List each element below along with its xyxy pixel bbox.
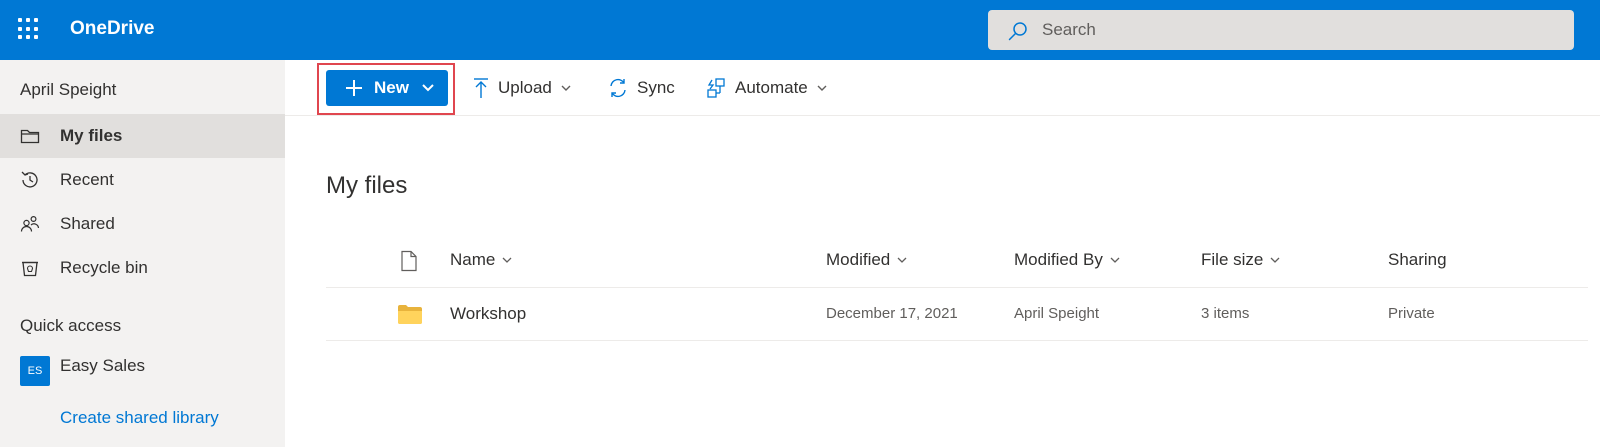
top-bar: OneDrive — [0, 0, 1600, 60]
site-badge: ES — [20, 356, 50, 386]
automate-button[interactable]: Automate — [705, 70, 828, 106]
sidebar-item-recycle-bin[interactable]: Recycle bin — [0, 246, 285, 290]
search-input[interactable] — [1042, 10, 1542, 50]
app-title[interactable]: OneDrive — [70, 18, 154, 40]
app-launcher-icon[interactable] — [18, 18, 40, 40]
file-name[interactable]: Workshop — [450, 304, 526, 324]
automate-icon — [707, 78, 725, 98]
sidebar-item-my-files[interactable]: My files — [0, 114, 285, 158]
search-box[interactable] — [988, 10, 1574, 50]
chevron-down-icon — [422, 84, 434, 92]
column-header-name[interactable]: Name — [450, 250, 512, 270]
sidebar-item-recent[interactable]: Recent — [0, 158, 285, 202]
column-header-file-size[interactable]: File size — [1201, 250, 1280, 270]
sync-button[interactable]: Sync — [607, 70, 675, 106]
new-button-label: New — [374, 78, 409, 97]
column-header-modified[interactable]: Modified — [826, 250, 907, 270]
automate-button-label: Automate — [735, 78, 808, 97]
modified-by: April Speight — [1014, 305, 1100, 322]
new-button[interactable]: New — [326, 70, 448, 106]
file-size: 3 items — [1201, 305, 1250, 322]
chevron-down-icon — [502, 257, 512, 263]
page-title: My files — [326, 172, 408, 199]
sidebar-item-label: Shared — [60, 214, 115, 233]
sidebar-item-easy-sales[interactable]: ES Easy Sales — [0, 344, 285, 388]
sync-button-label: Sync — [637, 78, 675, 97]
plus-icon — [346, 80, 362, 96]
sync-icon — [610, 78, 626, 98]
table-header: Name Modified Modified By File size Shar… — [326, 236, 1588, 288]
folder-icon — [398, 305, 422, 324]
upload-button[interactable]: Upload — [472, 70, 572, 106]
upload-icon — [474, 78, 488, 98]
chevron-down-icon — [817, 85, 827, 91]
quick-access-heading: Quick access — [20, 316, 122, 335]
create-shared-library-link[interactable]: Create shared library — [60, 408, 219, 428]
file-type-icon[interactable] — [400, 250, 418, 272]
recycle-bin-icon — [22, 261, 38, 277]
column-header-modified-by[interactable]: Modified By — [1014, 250, 1120, 270]
modified-date: December 17, 2021 — [826, 305, 958, 322]
clock-icon — [21, 171, 38, 188]
people-icon — [20, 215, 40, 232]
chevron-down-icon — [1270, 257, 1280, 263]
chevron-down-icon — [897, 257, 907, 263]
search-icon — [1008, 22, 1027, 41]
sidebar: April Speight My files Recent Shared Rec… — [0, 60, 285, 447]
chevron-down-icon — [1110, 257, 1120, 263]
sidebar-item-shared[interactable]: Shared — [0, 202, 285, 246]
sidebar-item-label: Easy Sales — [60, 356, 146, 375]
column-header-sharing[interactable]: Sharing — [1388, 250, 1447, 270]
folder-icon — [20, 129, 40, 144]
chevron-down-icon — [561, 85, 571, 91]
sidebar-item-label: My files — [60, 126, 123, 145]
upload-button-label: Upload — [498, 78, 552, 97]
sidebar-item-label: Recent — [60, 170, 114, 189]
table-row[interactable]: Workshop December 17, 2021 April Speight… — [326, 289, 1588, 341]
sidebar-item-label: Recycle bin — [60, 258, 148, 277]
sharing-status: Private — [1388, 305, 1435, 322]
user-name: April Speight — [20, 80, 117, 99]
